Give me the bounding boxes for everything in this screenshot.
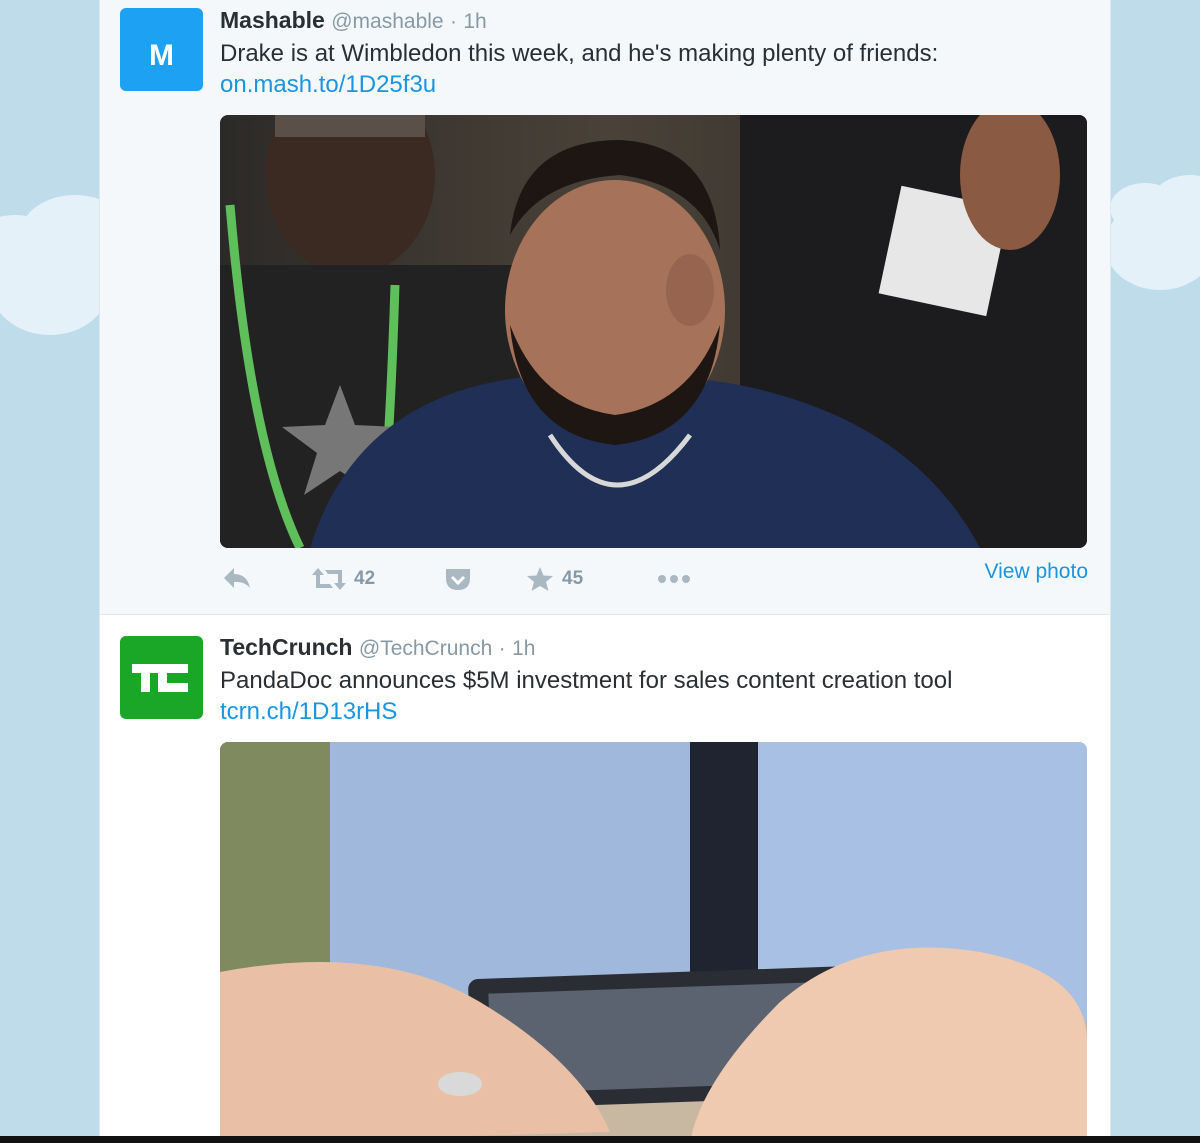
timestamp[interactable]: 1h	[512, 637, 535, 660]
avatar[interactable]	[120, 636, 203, 719]
author-name[interactable]: Mashable	[220, 7, 325, 33]
avatar-letter: M	[149, 38, 174, 72]
timestamp[interactable]: 1h	[463, 10, 486, 33]
more-icon	[658, 575, 690, 583]
author-handle[interactable]: @mashable	[331, 10, 443, 33]
background-cloud	[1105, 200, 1200, 290]
avatar[interactable]: M	[120, 8, 203, 91]
retweet-button[interactable]: 42	[312, 566, 375, 592]
bottom-bar	[0, 1136, 1200, 1143]
timeline: M Mashable @mashable · 1h Drake is at Wi…	[99, 0, 1111, 1143]
more-button[interactable]	[656, 566, 692, 592]
star-icon	[527, 567, 553, 591]
tweet-header: TechCrunch @TechCrunch · 1h	[220, 633, 1088, 663]
tweet-link[interactable]: tcrn.ch/1D13rHS	[220, 697, 1088, 727]
favorite-count: 45	[562, 568, 584, 589]
retweet-icon	[312, 568, 346, 590]
view-photo-link[interactable]: View photo	[984, 560, 1088, 584]
author-name[interactable]: TechCrunch	[220, 634, 352, 660]
separator: ·	[449, 10, 457, 33]
pocket-button[interactable]	[444, 566, 472, 592]
favorite-button[interactable]: 45	[526, 566, 583, 592]
separator: ·	[498, 637, 506, 660]
tweet-actions: 42 45 View photo	[220, 560, 1088, 604]
tweet-photo[interactable]	[220, 742, 1087, 1143]
author-handle[interactable]: @TechCrunch	[359, 637, 492, 660]
tweet-content: Mashable @mashable · 1h Drake is at Wimb…	[220, 6, 1088, 100]
pocket-icon	[446, 569, 470, 590]
photo-drake	[220, 115, 1087, 548]
reply-button[interactable]	[222, 566, 252, 592]
tweet-mashable[interactable]: M Mashable @mashable · 1h Drake is at Wi…	[100, 0, 1110, 615]
tweet-header: Mashable @mashable · 1h	[220, 6, 1088, 36]
tweet-content: TechCrunch @TechCrunch · 1h PandaDoc ann…	[220, 633, 1088, 727]
tweet-text: PandaDoc announces $5M investment for sa…	[220, 667, 953, 694]
reply-icon	[224, 568, 250, 588]
tweet-techcrunch[interactable]: TechCrunch @TechCrunch · 1h PandaDoc ann…	[100, 615, 1110, 1143]
tweet-link[interactable]: on.mash.to/1D25f3u	[220, 70, 1088, 100]
tweet-photo[interactable]	[220, 115, 1087, 548]
retweet-count: 42	[354, 568, 376, 589]
tweet-text: Drake is at Wimbledon this week, and he'…	[220, 40, 939, 67]
techcrunch-logo	[131, 663, 188, 692]
photo-tablet-hands	[220, 742, 1087, 1143]
background-cloud	[0, 235, 110, 335]
